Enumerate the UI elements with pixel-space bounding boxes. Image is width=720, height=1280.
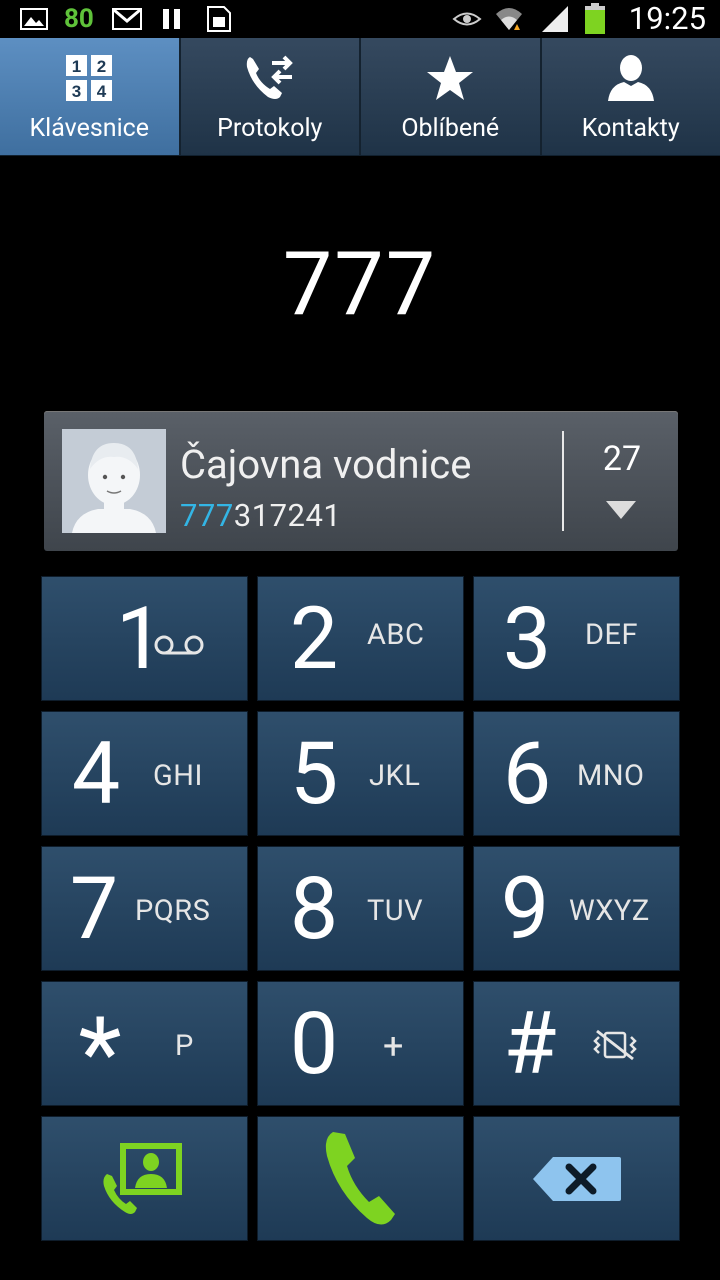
key-hash[interactable]: # (473, 981, 680, 1106)
vibrate-mute-icon (591, 1029, 639, 1069)
tab-call-log[interactable]: Protokoly (181, 38, 361, 155)
pause-icon (160, 0, 184, 38)
star-icon (425, 50, 475, 106)
call-log-icon (244, 50, 296, 106)
tab-label: Kontakty (581, 114, 680, 143)
key-digit: 0 (289, 993, 339, 1094)
contact-number: 777317241 (180, 497, 341, 534)
dropdown-arrow-icon[interactable] (606, 501, 636, 519)
tab-bar: 1 2 3 4 Klávesnice Protokoly Oblíbené Ko… (0, 38, 720, 156)
key-7[interactable]: 7 PQRS (41, 846, 248, 971)
dialed-number[interactable]: 777 (0, 230, 720, 340)
key-3[interactable]: 3 DEF (473, 576, 680, 701)
key-letters: MNO (577, 759, 645, 793)
key-digit: 5 (289, 723, 339, 824)
key-letters: GHI (153, 759, 203, 793)
gmail-icon (112, 0, 142, 38)
eye-icon (452, 0, 482, 38)
key-4[interactable]: 4 GHI (41, 711, 248, 836)
tab-keypad[interactable]: 1 2 3 4 Klávesnice (0, 38, 181, 155)
call-button[interactable] (257, 1116, 464, 1241)
add-contact-icon (101, 1142, 183, 1220)
number-match: 777 (180, 497, 234, 534)
contact-suggestion[interactable]: Čajovna vodnice 777317241 27 (44, 411, 678, 551)
avatar (62, 429, 166, 533)
key-digit: 7 (69, 858, 119, 959)
key-star[interactable]: * P (41, 981, 248, 1106)
key-letters: + (383, 1025, 404, 1067)
signal-icon (540, 0, 570, 38)
wifi-icon (494, 0, 524, 38)
key-1[interactable]: 1 (41, 576, 248, 701)
key-6[interactable]: 6 MNO (473, 711, 680, 836)
status-value: 80 (64, 4, 94, 34)
key-digit: 4 (71, 723, 121, 824)
tab-label: Protokoly (217, 114, 323, 143)
key-digit: # (503, 993, 557, 1094)
key-letters: ABC (367, 618, 425, 652)
key-digit: 9 (500, 858, 550, 959)
key-letters: P (175, 1029, 194, 1063)
svg-text:3: 3 (72, 82, 81, 101)
voicemail-icon (153, 630, 205, 664)
key-letters: PQRS (135, 894, 211, 928)
svg-text:1: 1 (72, 57, 81, 76)
key-digit: 3 (502, 588, 552, 689)
tab-contacts[interactable]: Kontakty (542, 38, 720, 155)
key-digit: 2 (289, 588, 339, 689)
tab-favorites[interactable]: Oblíbené (361, 38, 542, 155)
keypad-icon: 1 2 3 4 (65, 50, 113, 106)
tab-label: Klávesnice (29, 114, 150, 143)
key-letters: WXYZ (569, 894, 650, 928)
contact-name: Čajovna vodnice (180, 441, 472, 488)
svg-text:4: 4 (97, 82, 107, 101)
key-8[interactable]: 8 TUV (257, 846, 464, 971)
key-digit: 8 (289, 858, 339, 959)
key-digit: * (78, 996, 122, 1113)
image-icon (20, 0, 48, 38)
tab-label: Oblíbené (401, 114, 500, 143)
key-letters: DEF (585, 618, 639, 652)
number-rest: 317241 (233, 497, 342, 534)
key-digit: 6 (502, 723, 552, 824)
delete-button[interactable] (473, 1116, 680, 1241)
divider (562, 431, 564, 531)
key-0[interactable]: 0 + (257, 981, 464, 1106)
status-bar: 80 19:25 (0, 0, 720, 38)
key-9[interactable]: 9 WXYZ (473, 846, 680, 971)
clock: 19:25 (628, 0, 706, 37)
contact-icon (606, 50, 656, 106)
svg-text:2: 2 (97, 57, 106, 76)
key-5[interactable]: 5 JKL (257, 711, 464, 836)
key-letters: JKL (369, 759, 421, 793)
backspace-icon (531, 1154, 623, 1208)
key-2[interactable]: 2 ABC (257, 576, 464, 701)
add-to-contacts-button[interactable] (41, 1116, 248, 1241)
sim-icon (206, 0, 232, 38)
battery-icon (584, 0, 606, 38)
key-letters: TUV (367, 894, 424, 928)
phone-icon (321, 1126, 401, 1234)
match-count[interactable]: 27 (584, 439, 660, 479)
